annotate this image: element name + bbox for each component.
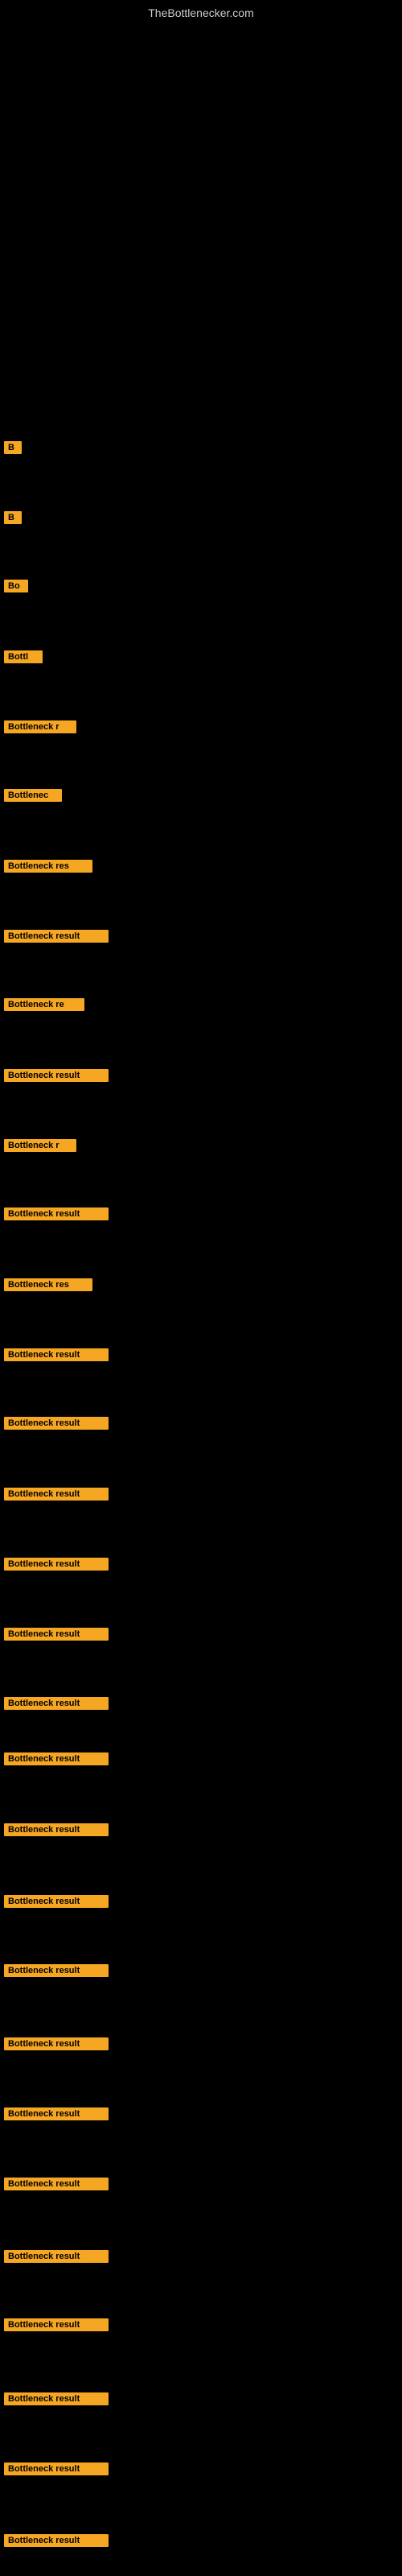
bottleneck-result-label[interactable]: B (4, 441, 22, 454)
bottleneck-result-label[interactable]: Bottleneck r (4, 1139, 76, 1152)
bottleneck-result-label[interactable]: Bottleneck result (4, 2178, 109, 2190)
bottleneck-result-label[interactable]: Bottleneck result (4, 2318, 109, 2331)
bottleneck-result-label[interactable]: Bottleneck result (4, 1697, 109, 1710)
bottleneck-result-label[interactable]: Bottleneck result (4, 1488, 109, 1501)
bottleneck-result-label[interactable]: B (4, 511, 22, 524)
site-title: TheBottlenecker.com (148, 6, 254, 19)
bottleneck-result-label[interactable]: Bottleneck result (4, 1964, 109, 1977)
bottleneck-result-label[interactable]: Bottleneck result (4, 2462, 109, 2475)
bottleneck-result-label[interactable]: Bottleneck result (4, 1069, 109, 1082)
bottleneck-result-label[interactable]: Bo (4, 580, 28, 592)
bottleneck-result-label[interactable]: Bottleneck result (4, 1558, 109, 1571)
bottleneck-result-label[interactable]: Bottleneck result (4, 1208, 109, 1220)
bottleneck-result-label[interactable]: Bottleneck re (4, 998, 84, 1011)
bottleneck-result-label[interactable]: Bottleneck res (4, 860, 92, 873)
bottleneck-result-label[interactable]: Bottleneck r (4, 720, 76, 733)
bottleneck-result-label[interactable]: Bottleneck result (4, 1417, 109, 1430)
bottleneck-result-label[interactable]: Bottleneck result (4, 2392, 109, 2405)
bottleneck-result-label[interactable]: Bottlenec (4, 789, 62, 802)
bottleneck-result-label[interactable]: Bottleneck result (4, 930, 109, 943)
bottleneck-result-label[interactable]: Bottleneck result (4, 1823, 109, 1836)
bottleneck-result-label[interactable]: Bottleneck result (4, 2037, 109, 2050)
bottleneck-result-label[interactable]: Bottleneck result (4, 1628, 109, 1641)
bottleneck-result-label[interactable]: Bottleneck res (4, 1278, 92, 1291)
bottleneck-result-label[interactable]: Bottleneck result (4, 2107, 109, 2120)
bottleneck-result-label[interactable]: Bottleneck result (4, 1348, 109, 1361)
bottleneck-result-label[interactable]: Bottleneck result (4, 2534, 109, 2547)
bottleneck-result-label[interactable]: Bottleneck result (4, 2250, 109, 2263)
bottleneck-result-label[interactable]: Bottl (4, 650, 43, 663)
bottleneck-result-label[interactable]: Bottleneck result (4, 1895, 109, 1908)
bottleneck-result-label[interactable]: Bottleneck result (4, 1752, 109, 1765)
